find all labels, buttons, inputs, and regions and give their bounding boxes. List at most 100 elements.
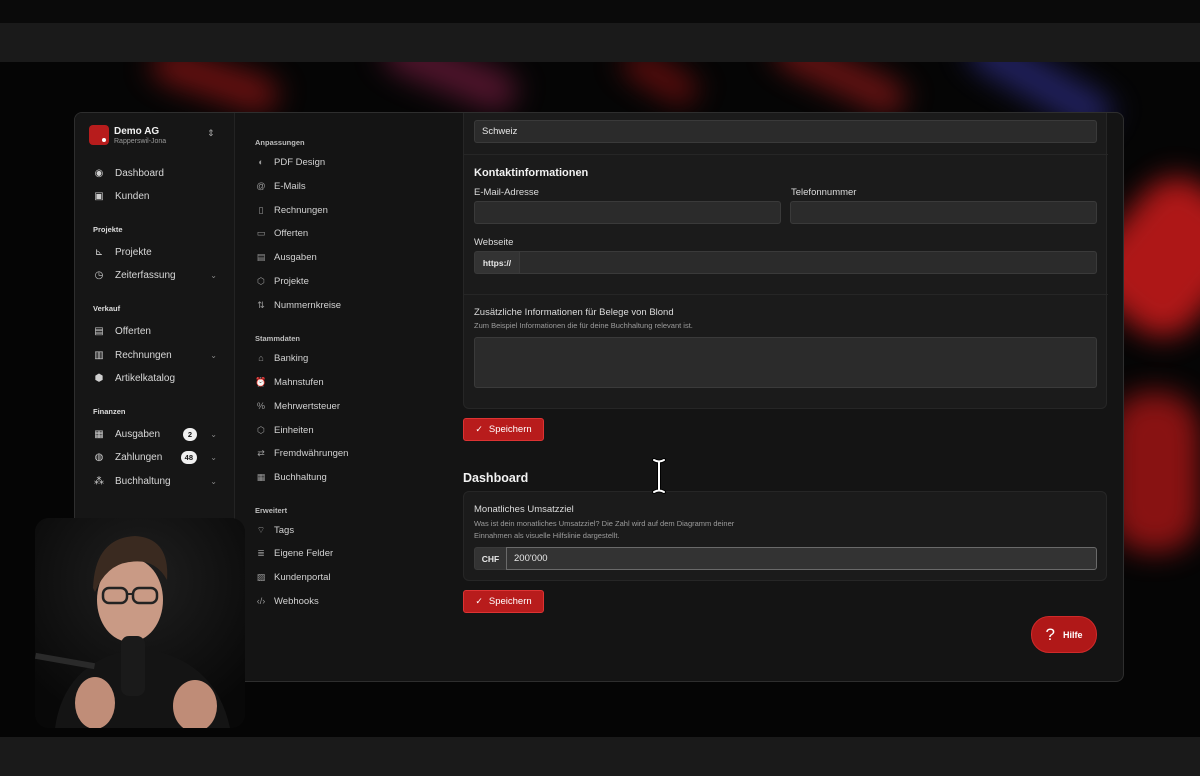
revenue-goal-hint-2: Einnahmen als visuelle Hilfslinie darges… <box>474 531 620 540</box>
bank-icon: ⌂ <box>258 353 264 363</box>
settings-item-label: Webhooks <box>274 595 319 607</box>
settings-item-eigene-felder[interactable]: ≣ Eigene Felder <box>255 544 333 562</box>
settings-item-mahnstufen[interactable]: ⏰ Mahnstufen <box>255 373 324 391</box>
settings-item-label: Offerten <box>274 227 309 239</box>
settings-item-tags[interactable]: ⌔ Tags <box>255 521 294 539</box>
at-icon: @ <box>256 181 266 191</box>
company-switcher[interactable]: Demo AG Rapperswil-Jona ⇕ <box>89 125 219 147</box>
sidebar-item-projekte[interactable]: ⊾ Projekte <box>93 243 217 261</box>
email-label: E-Mail-Adresse <box>474 187 539 198</box>
calculator-icon: ▦ <box>256 471 266 482</box>
help-button[interactable]: ? Hilfe <box>1031 616 1097 653</box>
settings-item-banking[interactable]: ⌂ Banking <box>255 349 308 367</box>
revenue-goal-hint-1: Was ist dein monatliches Umsatzziel? Die… <box>474 519 735 528</box>
letterbox-bottom <box>0 737 1200 776</box>
settings-item-label: Kundenportal <box>274 571 331 583</box>
contact-section-title: Kontaktinformationen <box>474 167 589 179</box>
website-field[interactable] <box>519 251 1097 274</box>
receipt-icon: ▤ <box>256 251 266 262</box>
divider <box>464 294 1108 295</box>
sidebar-section-projekte: Projekte <box>93 225 123 234</box>
currency-prefix: CHF <box>474 547 507 570</box>
customers-icon: ▣ <box>94 190 104 202</box>
settings-item-ausgaben[interactable]: ▤ Ausgaben <box>255 248 317 266</box>
settings-item-rechnungen[interactable]: ▯ Rechnungen <box>255 201 328 219</box>
sidebar-item-label: Kunden <box>115 190 150 202</box>
receipt-icon: ▦ <box>94 428 104 440</box>
settings-item-label: Mahnstufen <box>274 376 324 388</box>
settings-item-label: Nummernkreise <box>274 299 342 311</box>
settings-item-label: Einheiten <box>274 424 314 436</box>
list-icon: ≣ <box>257 547 265 558</box>
sidebar-item-dashboard[interactable]: ◉ Dashboard <box>93 164 217 182</box>
letterbox-top-bar <box>0 23 1200 62</box>
check-icon: ✓ <box>475 596 483 606</box>
settings-item-projekte[interactable]: ⬡ Projekte <box>255 272 309 290</box>
company-location: Rapperswil-Jona <box>114 138 167 145</box>
sidebar-item-ausgaben[interactable]: ▦ Ausgaben 2 ⌄ <box>93 425 217 443</box>
presenter-video <box>35 518 245 728</box>
settings-item-label: Buchhaltung <box>274 471 327 483</box>
document-icon: ▯ <box>258 204 264 215</box>
settings-item-buchhaltung[interactable]: ▦ Buchhaltung <box>255 468 327 486</box>
settings-item-label: PDF Design <box>274 156 326 168</box>
chevron-down-icon: ⌄ <box>210 350 217 360</box>
save-button[interactable]: ✓ Speichern <box>463 418 544 441</box>
divider <box>464 154 1108 155</box>
count-badge: 48 <box>180 451 197 464</box>
question-icon: ? <box>1045 624 1055 644</box>
quote-icon: ▤ <box>94 325 104 337</box>
sidebar-item-zahlungen[interactable]: ◍ Zahlungen 48 ⌄ <box>93 448 217 466</box>
dashboard-icon: ◉ <box>94 167 104 179</box>
webcam-overlay <box>35 518 245 728</box>
sidebar-item-buchhaltung[interactable]: ⁂ Buchhaltung ⌄ <box>93 472 217 490</box>
cube-icon: ⬡ <box>257 275 265 286</box>
extra-info-title: Zusätzliche Informationen für Belege von… <box>474 307 674 318</box>
letterbox-top <box>0 0 1200 23</box>
extra-info-hint: Zum Beispiel Informationen die für deine… <box>474 321 693 330</box>
settings-item-label: Fremdwährungen <box>274 447 349 459</box>
settings-item-label: Ausgaben <box>274 251 317 263</box>
phone-field[interactable] <box>790 201 1097 224</box>
sidebar-item-label: Ausgaben <box>115 428 161 440</box>
company-name: Demo AG <box>114 126 160 137</box>
chevron-down-icon: ⌄ <box>210 476 217 486</box>
percent-icon: % <box>256 401 265 411</box>
settings-item-label: Banking <box>274 352 309 364</box>
sidebar-item-kunden[interactable]: ▣ Kunden <box>93 187 217 205</box>
sidebar-item-label: Rechnungen <box>115 349 172 361</box>
settings-item-offerten[interactable]: ▭ Offerten <box>255 224 308 242</box>
exchange-icon: ⇄ <box>257 447 265 458</box>
company-logo <box>89 125 109 145</box>
save-dashboard-button[interactable]: ✓ Speichern <box>463 590 544 613</box>
settings-item-kundenportal[interactable]: ▨ Kundenportal <box>255 568 331 586</box>
save-button-label: Speichern <box>488 424 532 435</box>
sidebar-item-zeiterfassung[interactable]: ◷ Zeiterfassung ⌄ <box>93 266 217 284</box>
box-icon: ⬢ <box>94 372 104 384</box>
settings-item-fremdwaehrungen[interactable]: ⇄ Fremdwährungen <box>255 444 348 462</box>
sidebar-item-artikelkatalog[interactable]: ⬢ Artikelkatalog <box>93 369 217 387</box>
email-field[interactable] <box>474 201 781 224</box>
sidebar-item-label: Artikelkatalog <box>115 372 176 384</box>
save-button-label: Speichern <box>488 596 532 607</box>
settings-item-einheiten[interactable]: ⬡ Einheiten <box>255 421 314 439</box>
sidebar-item-label: Buchhaltung <box>115 475 171 487</box>
settings-item-mehrwertsteuer[interactable]: % Mehrwertsteuer <box>255 397 340 415</box>
revenue-goal-input[interactable]: 200'000 <box>506 547 1097 570</box>
settings-item-pdf-design[interactable]: ◐ PDF Design <box>255 153 325 171</box>
chevron-down-icon: ⌄ <box>210 452 217 462</box>
settings-item-label: E-Mails <box>274 180 306 192</box>
sidebar-item-label: Projekte <box>115 246 152 258</box>
text-cursor-icon <box>652 458 666 494</box>
sidebar-item-offerten[interactable]: ▤ Offerten <box>93 322 217 340</box>
settings-item-label: Tags <box>274 524 295 536</box>
alarm-icon: ⏰ <box>255 376 267 387</box>
country-field[interactable]: Schweiz <box>474 120 1097 143</box>
sidebar-item-rechnungen[interactable]: ▥ Rechnungen ⌄ <box>93 346 217 364</box>
settings-item-nummernkreise[interactable]: ⇅ Nummernkreise <box>255 296 341 314</box>
extra-info-textarea[interactable] <box>474 337 1097 388</box>
chart-icon: ⊾ <box>94 246 104 258</box>
settings-section-erweitert: Erweitert <box>255 506 288 515</box>
settings-item-webhooks[interactable]: ‹/› Webhooks <box>255 592 319 610</box>
settings-item-emails[interactable]: @ E-Mails <box>255 177 306 195</box>
